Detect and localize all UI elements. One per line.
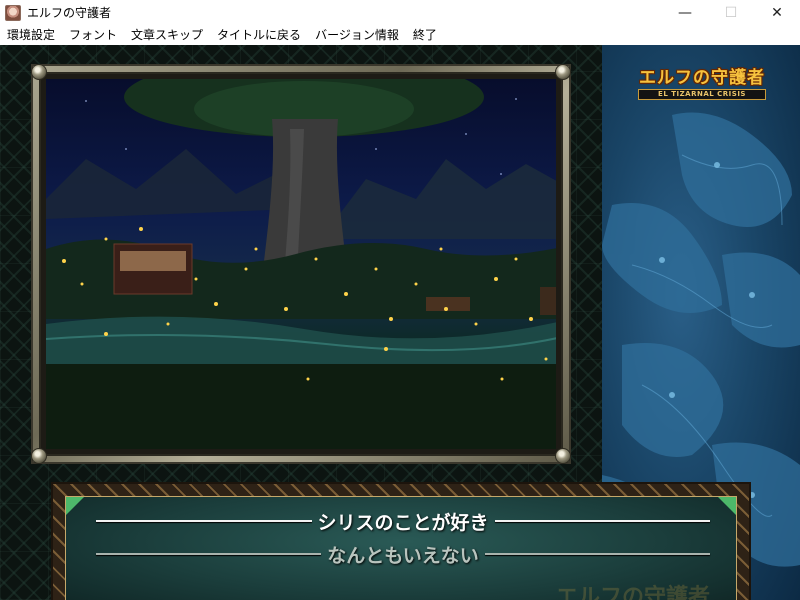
elf-portrait-icon	[5, 4, 21, 21]
logo-subtitle: EL TIZARNAL CRISIS	[638, 89, 766, 100]
choice-option-1[interactable]: シリスのことが好き	[96, 507, 711, 535]
window-titlebar[interactable]: エルフの守護者 — ☐ ✕	[0, 0, 800, 25]
logo-title: エルフの守護者	[639, 68, 765, 88]
maximize-icon: ☐	[724, 4, 738, 21]
frame-corner-ornament	[555, 64, 571, 80]
night-forest-scene	[46, 79, 556, 449]
window-controls: — ☐ ✕	[662, 0, 800, 25]
game-area[interactable]: エルフの守護者 EL TIZARNAL CRISIS シリスのことが好き なんと…	[0, 45, 800, 600]
dialog-watermark: エルフの守護者	[555, 584, 710, 600]
choice-option-2[interactable]: なんともいえない	[96, 540, 710, 568]
menu-return-to-title[interactable]: タイトルに戻る	[210, 25, 308, 45]
frame-corner-ornament	[555, 448, 571, 464]
menu-text-skip[interactable]: 文章スキップ	[124, 25, 210, 45]
corner-ornament	[66, 497, 84, 515]
frame-corner-ornament	[31, 448, 47, 464]
meadow	[46, 364, 556, 449]
choice-line-left	[96, 520, 312, 522]
close-icon: ✕	[771, 4, 783, 21]
minimize-icon: —	[678, 4, 692, 21]
scene-border	[39, 72, 563, 456]
menu-settings[interactable]: 環境設定	[0, 25, 62, 45]
choice-dialog: シリスのことが好き なんともいえない エルフの守護者	[51, 482, 751, 600]
maximize-button[interactable]: ☐	[708, 0, 754, 25]
choice-label: シリスのことが好き	[317, 511, 489, 534]
game-logo: エルフの守護者 EL TIZARNAL CRISIS	[634, 63, 770, 100]
menu-version-info[interactable]: バージョン情報	[308, 25, 406, 45]
menu-exit[interactable]: 終了	[406, 25, 444, 45]
choice-panel: シリスのことが好き なんともいえない エルフの守護者	[65, 496, 737, 600]
scene-frame	[31, 64, 571, 464]
choice-label: なんともいえない	[327, 544, 479, 567]
hut-right	[426, 297, 470, 311]
house-window	[120, 251, 186, 271]
choice-line-right	[484, 553, 710, 555]
scene-image	[46, 79, 556, 449]
hut-far-right	[540, 287, 556, 315]
mountains-right	[336, 159, 556, 239]
close-button[interactable]: ✕	[754, 0, 800, 25]
frame-corner-ornament	[31, 64, 47, 80]
menu-font[interactable]: フォント	[62, 25, 124, 45]
corner-ornament	[718, 497, 736, 515]
menu-bar: 環境設定 フォント 文章スキップ タイトルに戻る バージョン情報 終了	[0, 25, 800, 45]
window-title: エルフの守護者	[27, 6, 112, 20]
minimize-button[interactable]: —	[662, 0, 708, 25]
choice-line-right	[494, 520, 711, 522]
choice-line-left	[96, 553, 322, 555]
river	[46, 316, 556, 369]
mountains-left	[46, 149, 296, 219]
